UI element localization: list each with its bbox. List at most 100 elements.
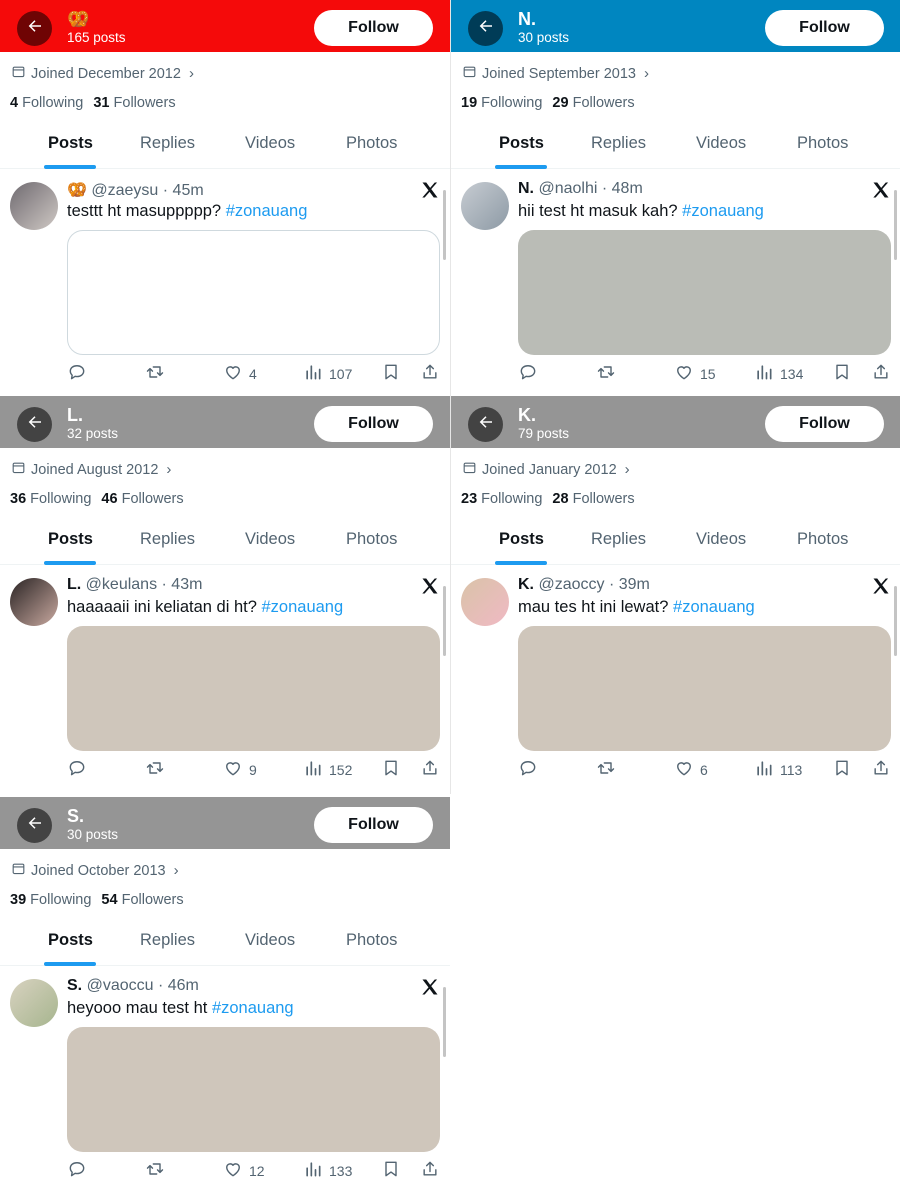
like-button[interactable]: 4 (223, 362, 257, 385)
retweet-button[interactable] (145, 362, 165, 385)
bookmark-button[interactable] (381, 362, 401, 385)
reply-button[interactable] (67, 1159, 87, 1182)
hashtag-link[interactable]: #zonauang (682, 202, 764, 220)
views-button[interactable]: 152 (303, 758, 352, 781)
tab-replies[interactable]: Replies (140, 530, 195, 549)
reply-button[interactable] (518, 758, 538, 781)
followers-link[interactable]: 29 Followers (552, 95, 634, 111)
retweet-button[interactable] (145, 758, 165, 781)
tweet[interactable]: L. @keulans · 43m haaaaaii ini keliatan … (0, 566, 450, 794)
scrollbar[interactable] (443, 586, 446, 656)
tab-videos[interactable]: Videos (245, 530, 295, 549)
tweet[interactable]: K. @zaoccy · 39m mau tes ht ini lewat? #… (451, 566, 900, 794)
avatar[interactable] (10, 182, 58, 230)
views-button[interactable]: 107 (303, 362, 352, 385)
bookmark-button[interactable] (381, 1159, 401, 1182)
tab-photos[interactable]: Photos (797, 530, 848, 549)
followers-link[interactable]: 28 Followers (552, 491, 634, 507)
retweet-button[interactable] (596, 758, 616, 781)
share-button[interactable] (871, 362, 891, 385)
share-button[interactable] (871, 758, 891, 781)
back-button[interactable] (17, 407, 52, 442)
reply-button[interactable] (67, 758, 87, 781)
scrollbar[interactable] (443, 190, 446, 260)
back-button[interactable] (468, 11, 503, 46)
tab-posts[interactable]: Posts (48, 134, 93, 153)
tab-videos[interactable]: Videos (245, 134, 295, 153)
tweet-media[interactable] (518, 230, 891, 355)
share-button[interactable] (420, 1159, 440, 1182)
tweet-media[interactable] (67, 230, 440, 355)
reply-button[interactable] (518, 362, 538, 385)
tab-posts[interactable]: Posts (499, 134, 544, 153)
tab-photos[interactable]: Photos (797, 134, 848, 153)
following-link[interactable]: 39 Following (10, 892, 91, 908)
like-button[interactable]: 9 (223, 758, 257, 781)
following-link[interactable]: 23 Following (461, 491, 542, 507)
retweet-button[interactable] (596, 362, 616, 385)
like-button[interactable]: 12 (223, 1159, 265, 1182)
tweet[interactable]: S. @vaoccu · 46m heyooo mau test ht #zon… (0, 967, 450, 1195)
tab-posts[interactable]: Posts (48, 931, 93, 950)
hashtag-link[interactable]: #zonauang (673, 598, 755, 616)
like-button[interactable]: 15 (674, 362, 716, 385)
avatar[interactable] (10, 578, 58, 626)
tab-replies[interactable]: Replies (591, 530, 646, 549)
joined-date[interactable]: Joined August 2012 › (11, 460, 171, 479)
hashtag-link[interactable]: #zonauang (212, 999, 294, 1017)
joined-date[interactable]: Joined December 2012 › (11, 64, 194, 83)
back-button[interactable] (17, 808, 52, 843)
like-button[interactable]: 6 (674, 758, 708, 781)
tab-videos[interactable]: Videos (696, 530, 746, 549)
hashtag-link[interactable]: #zonauang (226, 202, 308, 220)
views-button[interactable]: 134 (754, 362, 803, 385)
tab-replies[interactable]: Replies (140, 134, 195, 153)
back-button[interactable] (17, 11, 52, 46)
joined-date[interactable]: Joined October 2013 › (11, 861, 179, 880)
followers-link[interactable]: 46 Followers (101, 491, 183, 507)
followers-link[interactable]: 31 Followers (93, 95, 175, 111)
joined-date[interactable]: Joined September 2013 › (462, 64, 649, 83)
tweet[interactable]: 🥨 @zaeysu · 45m testtt ht masuppppp? #zo… (0, 170, 450, 398)
tweet-media[interactable] (518, 626, 891, 751)
tab-posts[interactable]: Posts (48, 530, 93, 549)
follow-button[interactable]: Follow (314, 807, 433, 843)
bookmark-button[interactable] (832, 362, 852, 385)
scrollbar[interactable] (894, 190, 897, 260)
tab-photos[interactable]: Photos (346, 134, 397, 153)
scrollbar[interactable] (894, 586, 897, 656)
following-link[interactable]: 19 Following (461, 95, 542, 111)
tweet[interactable]: N. @naolhi · 48m hii test ht masuk kah? … (451, 170, 900, 398)
avatar[interactable] (461, 182, 509, 230)
hashtag-link[interactable]: #zonauang (261, 598, 343, 616)
reply-button[interactable] (67, 362, 87, 385)
tab-photos[interactable]: Photos (346, 931, 397, 950)
follow-button[interactable]: Follow (314, 406, 433, 442)
views-button[interactable]: 133 (303, 1159, 352, 1182)
follow-button[interactable]: Follow (765, 10, 884, 46)
follow-button[interactable]: Follow (765, 406, 884, 442)
following-link[interactable]: 4 Following (10, 95, 83, 111)
follow-button[interactable]: Follow (314, 10, 433, 46)
views-button[interactable]: 113 (754, 758, 802, 781)
tab-photos[interactable]: Photos (346, 530, 397, 549)
tab-videos[interactable]: Videos (696, 134, 746, 153)
share-button[interactable] (420, 758, 440, 781)
tweet-media[interactable] (67, 626, 440, 751)
share-button[interactable] (420, 362, 440, 385)
tweet-media[interactable] (67, 1027, 440, 1152)
tab-videos[interactable]: Videos (245, 931, 295, 950)
tab-replies[interactable]: Replies (140, 931, 195, 950)
scrollbar[interactable] (443, 987, 446, 1057)
tab-posts[interactable]: Posts (499, 530, 544, 549)
avatar[interactable] (461, 578, 509, 626)
bookmark-button[interactable] (381, 758, 401, 781)
back-button[interactable] (468, 407, 503, 442)
retweet-button[interactable] (145, 1159, 165, 1182)
followers-link[interactable]: 54 Followers (101, 892, 183, 908)
bookmark-button[interactable] (832, 758, 852, 781)
tab-replies[interactable]: Replies (591, 134, 646, 153)
following-link[interactable]: 36 Following (10, 491, 91, 507)
joined-date[interactable]: Joined January 2012 › (462, 460, 630, 479)
avatar[interactable] (10, 979, 58, 1027)
